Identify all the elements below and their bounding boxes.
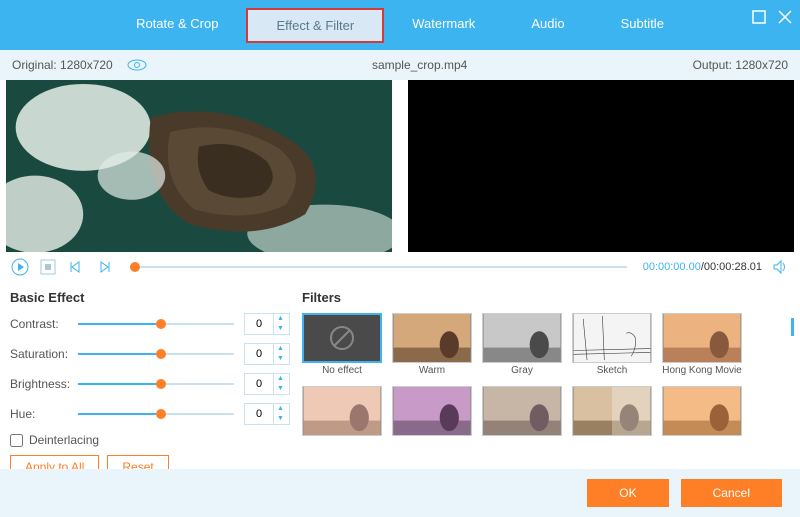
maximize-icon[interactable] [752,8,766,29]
infobar: Original: 1280x720 sample_crop.mp4 Outpu… [0,50,800,80]
filter-item-10[interactable] [662,386,742,436]
filters-panel: Filters No effect Warm Gray Sketch Hong … [302,290,790,479]
filter-gray[interactable]: Gray [482,313,562,376]
tab-subtitle[interactable]: Subtitle [593,8,692,43]
cancel-button[interactable]: Cancel [681,479,782,507]
volume-button[interactable] [770,257,790,277]
filter-grid: No effect Warm Gray Sketch Hong Kong Mov… [302,313,790,436]
window-controls [752,8,792,29]
hue-slider[interactable] [78,413,234,415]
up-arrow-icon[interactable]: ▲ [274,314,287,324]
filter-item-9[interactable] [572,386,652,436]
contrast-label: Contrast: [10,317,78,331]
preview-output [408,80,794,252]
tab-audio[interactable]: Audio [503,8,592,43]
down-arrow-icon[interactable]: ▼ [274,324,287,334]
filter-label: No effect [302,365,382,376]
ok-button[interactable]: OK [587,479,668,507]
deinterlacing-checkbox[interactable] [10,434,23,447]
footer: OK Cancel [0,469,800,517]
contrast-spinner[interactable]: ▲▼ [244,313,290,335]
timeline-thumb[interactable] [130,262,140,272]
eye-icon[interactable] [127,59,147,71]
saturation-spinner[interactable]: ▲▼ [244,343,290,365]
contrast-input[interactable] [245,318,273,330]
brightness-spinner[interactable]: ▲▼ [244,373,290,395]
deinterlacing-label: Deinterlacing [29,433,99,447]
deinterlacing-row: Deinterlacing [10,433,290,447]
filter-sketch[interactable]: Sketch [572,313,652,376]
up-arrow-icon[interactable]: ▲ [274,404,287,414]
play-button[interactable] [10,257,30,277]
down-arrow-icon[interactable]: ▼ [274,384,287,394]
hue-label: Hue: [10,407,78,421]
saturation-input[interactable] [245,348,273,360]
filter-label: Sketch [572,365,652,376]
filter-item-7[interactable] [392,386,472,436]
brightness-slider[interactable] [78,383,234,385]
time-display: 00:00:00.00/00:00:28.01 [643,261,762,273]
hue-input[interactable] [245,408,273,420]
filter-label: Hong Kong Movie [662,365,742,376]
close-icon[interactable] [778,8,792,29]
filter-label: Warm [392,365,472,376]
titlebar: Rotate & Crop Effect & Filter Watermark … [0,0,800,50]
preview-area [0,80,800,252]
brightness-label: Brightness: [10,377,78,391]
next-frame-button[interactable] [94,257,114,277]
filter-hong-kong-movie[interactable]: Hong Kong Movie [662,313,742,376]
prev-frame-button[interactable] [66,257,86,277]
down-arrow-icon[interactable]: ▼ [274,354,287,364]
saturation-slider[interactable] [78,353,234,355]
hue-spinner[interactable]: ▲▼ [244,403,290,425]
tab-rotate-crop[interactable]: Rotate & Crop [108,8,246,43]
stop-button[interactable] [38,257,58,277]
basic-effect-panel: Basic Effect Contrast: ▲▼ Saturation: ▲▼… [10,290,290,479]
tabs: Rotate & Crop Effect & Filter Watermark … [108,8,692,43]
basic-effect-title: Basic Effect [10,290,290,305]
filter-item-8[interactable] [482,386,562,436]
filter-warm[interactable]: Warm [392,313,472,376]
up-arrow-icon[interactable]: ▲ [274,374,287,384]
tab-watermark[interactable]: Watermark [384,8,503,43]
brightness-input[interactable] [245,378,273,390]
filter-item-6[interactable] [302,386,382,436]
up-arrow-icon[interactable]: ▲ [274,344,287,354]
tab-effect-filter[interactable]: Effect & Filter [246,8,384,43]
filters-scrollbar[interactable] [791,318,794,336]
main-content: Basic Effect Contrast: ▲▼ Saturation: ▲▼… [0,282,800,483]
filename: sample_crop.mp4 [147,58,693,72]
original-resolution: Original: 1280x720 [12,58,113,72]
saturation-label: Saturation: [10,347,78,361]
preview-original [6,80,392,252]
playback-controls: 00:00:00.00/00:00:28.01 [0,252,800,282]
filter-label: Gray [482,365,562,376]
output-resolution: Output: 1280x720 [693,58,788,72]
contrast-slider[interactable] [78,323,234,325]
down-arrow-icon[interactable]: ▼ [274,414,287,424]
timeline-slider[interactable] [130,266,627,268]
filters-title: Filters [302,290,790,305]
filter-no-effect[interactable]: No effect [302,313,382,376]
